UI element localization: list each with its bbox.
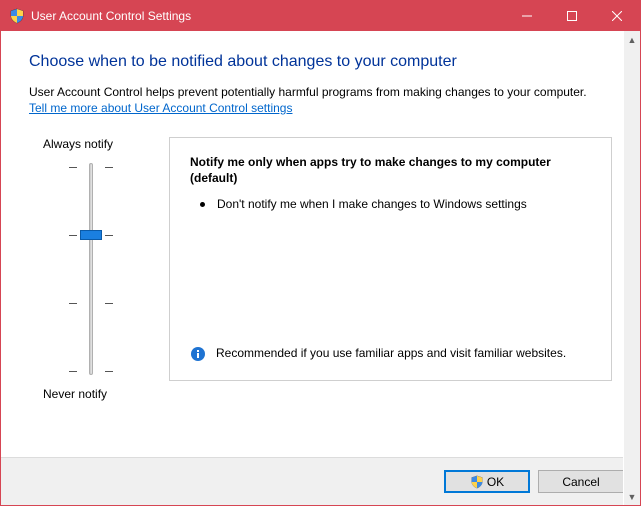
cancel-button-label: Cancel: [562, 475, 599, 489]
recommendation-row: Recommended if you use familiar apps and…: [190, 345, 593, 368]
notification-slider: Always notify Never notify: [41, 137, 141, 401]
uac-settings-window: User Account Control Settings Choose whe…: [0, 0, 641, 506]
dialog-footer: OK Cancel: [1, 457, 640, 505]
scrollbar-track[interactable]: [624, 48, 640, 488]
level-bullet: Don't notify me when I make changes to W…: [190, 196, 593, 213]
bullet-icon: [200, 202, 205, 207]
uac-shield-icon: [470, 475, 484, 489]
window-title: User Account Control Settings: [31, 9, 191, 23]
close-button[interactable]: [594, 1, 640, 31]
titlebar[interactable]: User Account Control Settings: [1, 1, 640, 31]
slider-track[interactable]: [61, 159, 121, 379]
slider-thumb[interactable]: [80, 230, 102, 240]
content-area: Choose when to be notified about changes…: [1, 31, 640, 457]
level-title: Notify me only when apps try to make cha…: [190, 154, 593, 186]
client-area: Choose when to be notified about changes…: [1, 31, 640, 505]
info-icon: [190, 346, 206, 362]
recommendation-text: Recommended if you use familiar apps and…: [216, 345, 566, 362]
uac-shield-icon: [9, 8, 25, 24]
ok-button[interactable]: OK: [444, 470, 530, 493]
scroll-down-icon[interactable]: ▼: [624, 488, 640, 505]
intro-text: User Account Control helps prevent poten…: [29, 85, 612, 99]
slider-top-label: Always notify: [41, 137, 113, 151]
maximize-button[interactable]: [549, 1, 594, 31]
help-link[interactable]: Tell me more about User Account Control …: [29, 101, 292, 115]
vertical-scrollbar[interactable]: ▲ ▼: [623, 31, 640, 505]
slider-bottom-label: Never notify: [41, 387, 107, 401]
ok-button-label: OK: [487, 475, 504, 489]
cancel-button[interactable]: Cancel: [538, 470, 624, 493]
level-bullet-text: Don't notify me when I make changes to W…: [217, 196, 527, 213]
page-heading: Choose when to be notified about changes…: [29, 53, 612, 71]
level-detail-panel: Notify me only when apps try to make cha…: [169, 137, 612, 381]
minimize-button[interactable]: [504, 1, 549, 31]
scroll-up-icon[interactable]: ▲: [624, 31, 640, 48]
